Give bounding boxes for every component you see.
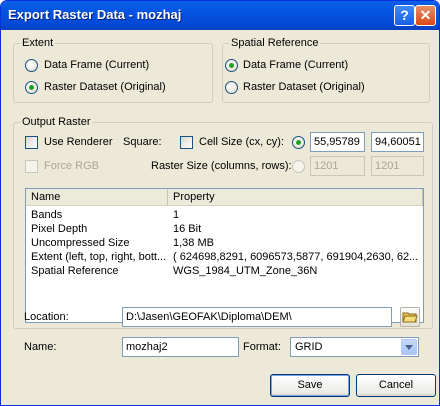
raster-columns-input[interactable]: 1201 bbox=[310, 156, 365, 176]
property-name: Extent (left, top, right, bott... bbox=[31, 251, 167, 263]
spatial-reference-group: Spatial Reference Data Frame (Current) R… bbox=[222, 37, 430, 103]
dialog-body: Extent Data Frame (Current) Raster Datas… bbox=[5, 30, 436, 403]
chevron-down-icon bbox=[405, 344, 413, 350]
title-bar[interactable]: Export Raster Data - mozhaj ? ✕ bbox=[1, 1, 439, 30]
property-value: 16 Bit bbox=[173, 223, 202, 235]
property-value: ( 624698,8291, 6096573,5877, 691904,2630… bbox=[173, 251, 419, 263]
cell-size-label: Cell Size (cx, cy): bbox=[199, 136, 284, 148]
force-rgb-checkbox[interactable] bbox=[25, 160, 38, 173]
help-button[interactable]: ? bbox=[394, 5, 415, 26]
list-item[interactable]: Bands 1 bbox=[26, 208, 423, 223]
close-button[interactable]: ✕ bbox=[415, 5, 436, 26]
force-rgb-label: Force RGB bbox=[44, 160, 100, 172]
square-label: Square: bbox=[123, 136, 162, 148]
properties-list[interactable]: Name Property Bands 1 Pixel Depth 16 Bit… bbox=[25, 188, 424, 323]
property-value: 1,38 MB bbox=[173, 237, 214, 249]
raster-size-label: Raster Size (columns, rows): bbox=[151, 160, 292, 172]
sr-data-frame-label[interactable]: Data Frame (Current) bbox=[243, 59, 348, 71]
output-raster-legend: Output Raster bbox=[20, 116, 93, 128]
use-renderer-label[interactable]: Use Renderer bbox=[44, 136, 112, 148]
name-label: Name: bbox=[24, 341, 57, 353]
raster-rows-input[interactable]: 1201 bbox=[371, 156, 424, 176]
property-value: 1 bbox=[173, 209, 180, 221]
column-header-name[interactable]: Name bbox=[26, 189, 168, 206]
spatial-reference-legend: Spatial Reference bbox=[229, 37, 321, 49]
property-name: Uncompressed Size bbox=[31, 237, 130, 249]
properties-header: Name Property bbox=[26, 189, 423, 206]
cell-size-y-input[interactable]: 94,60051 bbox=[371, 132, 424, 152]
cell-size-x-input[interactable]: 55,95789 bbox=[310, 132, 365, 152]
sr-raster-dataset-radio[interactable] bbox=[225, 81, 238, 94]
list-item[interactable]: Extent (left, top, right, bott... ( 6246… bbox=[26, 250, 423, 265]
extent-group: Extent Data Frame (Current) Raster Datas… bbox=[13, 37, 213, 103]
extent-raster-dataset-label[interactable]: Raster Dataset (Original) bbox=[44, 81, 166, 93]
extent-data-frame-radio[interactable] bbox=[25, 59, 38, 72]
name-input[interactable]: mozhaj2 bbox=[122, 337, 239, 357]
format-value: GRID bbox=[295, 341, 323, 353]
column-header-property[interactable]: Property bbox=[168, 189, 423, 206]
raster-size-radio[interactable] bbox=[292, 160, 305, 173]
save-button[interactable]: Save bbox=[270, 374, 350, 397]
use-renderer-checkbox[interactable] bbox=[25, 136, 38, 149]
browse-folder-button[interactable] bbox=[400, 307, 420, 327]
format-select[interactable]: GRID bbox=[290, 337, 419, 357]
sr-data-frame-radio[interactable] bbox=[225, 59, 238, 72]
window-title: Export Raster Data - mozhaj bbox=[8, 7, 182, 22]
location-label: Location: bbox=[24, 311, 69, 323]
export-raster-dialog: Export Raster Data - mozhaj ? ✕ Extent D… bbox=[0, 0, 440, 406]
location-input[interactable]: D:\Jasen\GEOFAK\Diploma\DEM\ bbox=[122, 307, 392, 327]
extent-raster-dataset-radio[interactable] bbox=[25, 81, 38, 94]
open-folder-icon bbox=[402, 312, 418, 323]
cell-size-radio[interactable] bbox=[292, 136, 305, 149]
format-label: Format: bbox=[243, 341, 281, 353]
square-checkbox[interactable] bbox=[180, 136, 193, 149]
extent-legend: Extent bbox=[20, 37, 56, 49]
list-item[interactable]: Uncompressed Size 1,38 MB bbox=[26, 236, 423, 251]
extent-data-frame-label[interactable]: Data Frame (Current) bbox=[44, 59, 149, 71]
sr-raster-dataset-label[interactable]: Raster Dataset (Original) bbox=[243, 81, 365, 93]
property-name: Bands bbox=[31, 209, 63, 221]
property-name: Pixel Depth bbox=[31, 223, 88, 235]
cancel-button[interactable]: Cancel bbox=[356, 374, 436, 397]
list-item[interactable]: Spatial Reference WGS_1984_UTM_Zone_36N bbox=[26, 264, 423, 279]
format-dropdown-arrow[interactable] bbox=[401, 339, 417, 355]
list-item[interactable]: Pixel Depth 16 Bit bbox=[26, 222, 423, 237]
property-value: WGS_1984_UTM_Zone_36N bbox=[173, 265, 318, 277]
property-name: Spatial Reference bbox=[31, 265, 119, 277]
